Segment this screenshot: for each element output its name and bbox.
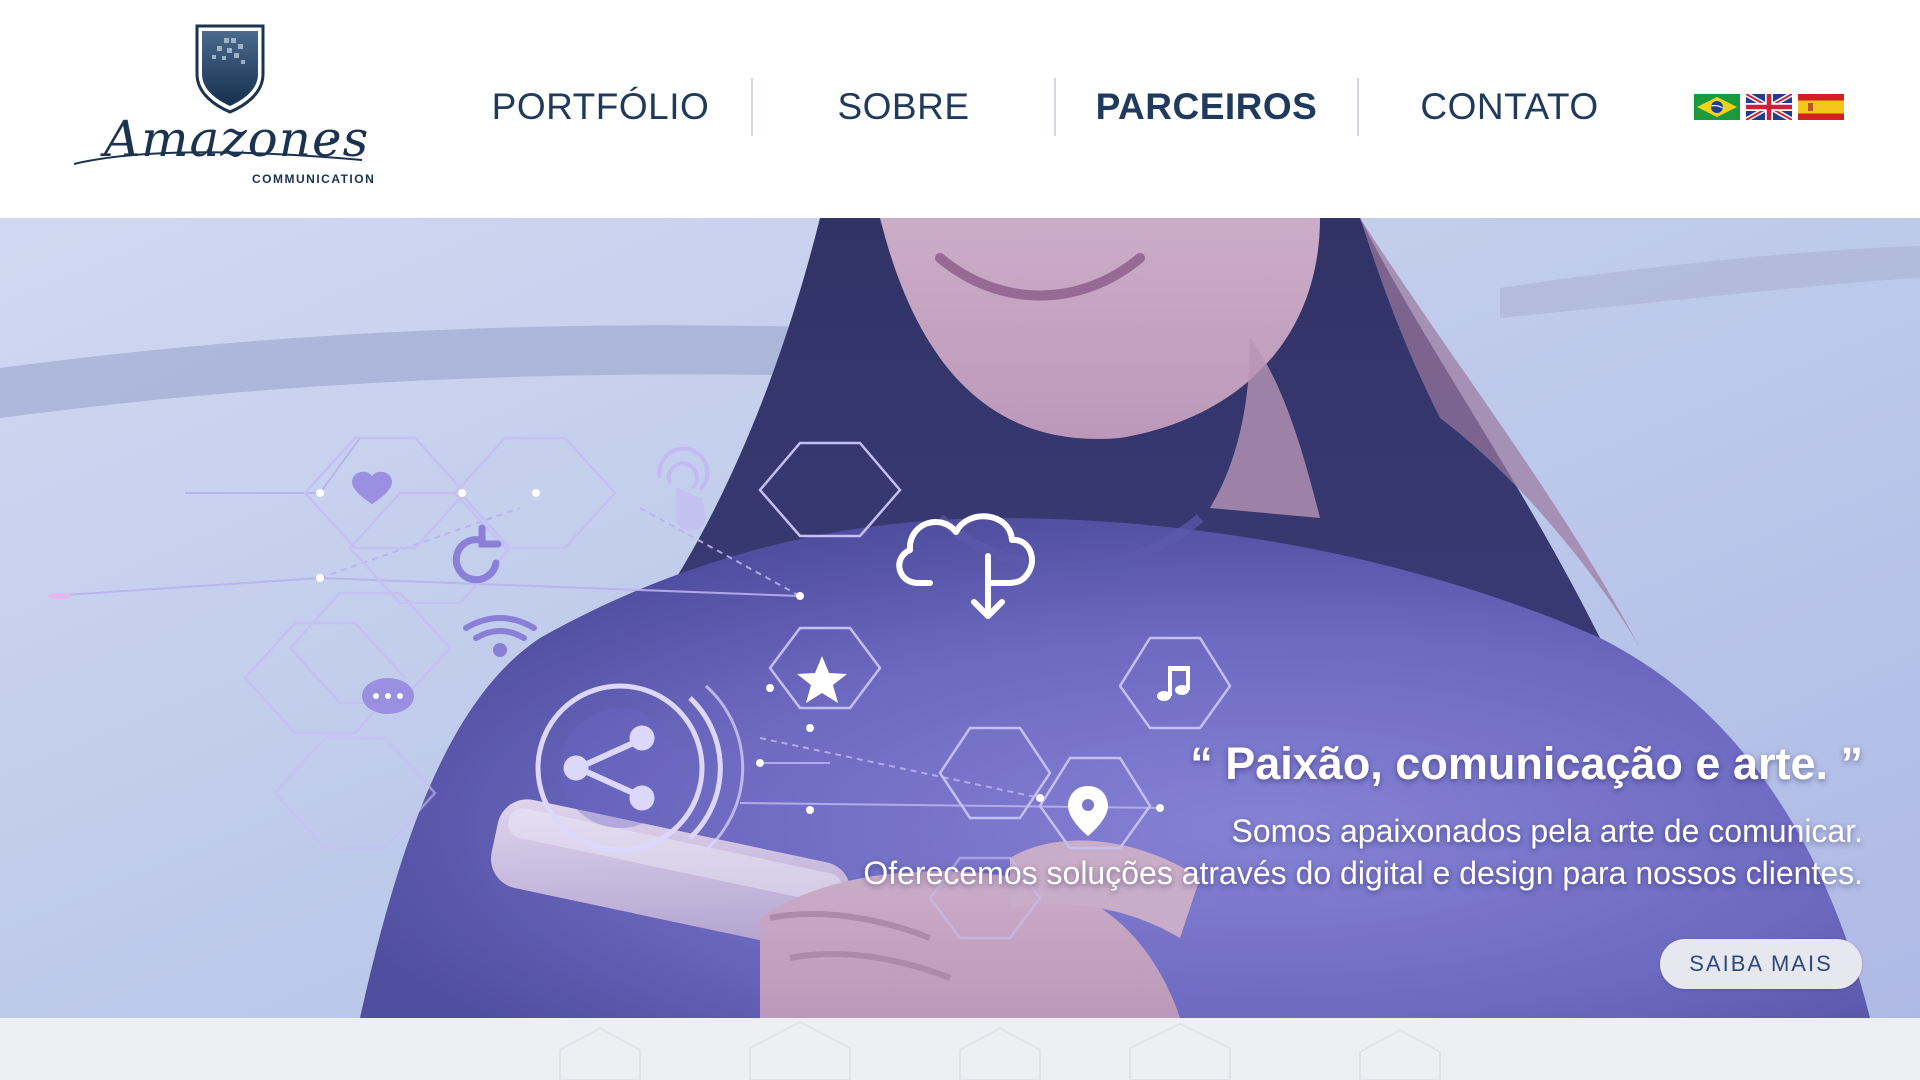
nav-item-sobre[interactable]: SOBRE <box>753 78 1054 136</box>
hexagon-pattern-decoration <box>559 1020 1441 1080</box>
site-header: Amazones COMMUNICATION PORTFÓLIO SOBRE P… <box>0 0 1920 218</box>
hero-description-line: Oferecemos soluções através do digital e… <box>863 855 1863 891</box>
brand-name: Amazones <box>104 110 370 168</box>
nav-item-contato[interactable]: CONTATO <box>1359 78 1660 136</box>
nav-item-parceiros[interactable]: PARCEIROS <box>1056 78 1357 136</box>
uk-flag-icon[interactable] <box>1746 94 1792 120</box>
brazil-flag-icon[interactable] <box>1694 94 1740 120</box>
hero-banner: “ Paixão, comunicação e arte. ” Somos ap… <box>0 218 1920 1018</box>
nav-item-portfolio[interactable]: PORTFÓLIO <box>450 78 751 136</box>
chat-icon <box>362 678 414 714</box>
amazones-logo[interactable]: Amazones COMMUNICATION <box>70 22 380 192</box>
saiba-mais-button[interactable]: SAIBA MAIS <box>1660 939 1862 989</box>
hero-description-line: Somos apaixonados pela arte de comunicar… <box>1231 813 1864 849</box>
hero-headline: “ Paixão, comunicação e arte. ” <box>1190 738 1863 789</box>
spain-flag-icon[interactable] <box>1798 94 1844 120</box>
brand-subtitle: COMMUNICATION <box>252 172 376 186</box>
main-nav: PORTFÓLIO SOBRE PARCEIROS CONTATO <box>450 78 1660 136</box>
hero-background-image <box>0 218 1920 1018</box>
language-switcher <box>1694 94 1844 120</box>
shield-icon <box>195 24 265 114</box>
bottom-section <box>0 1018 1920 1080</box>
hero-description: Somos apaixonados pela arte de comunicar… <box>863 810 1863 894</box>
